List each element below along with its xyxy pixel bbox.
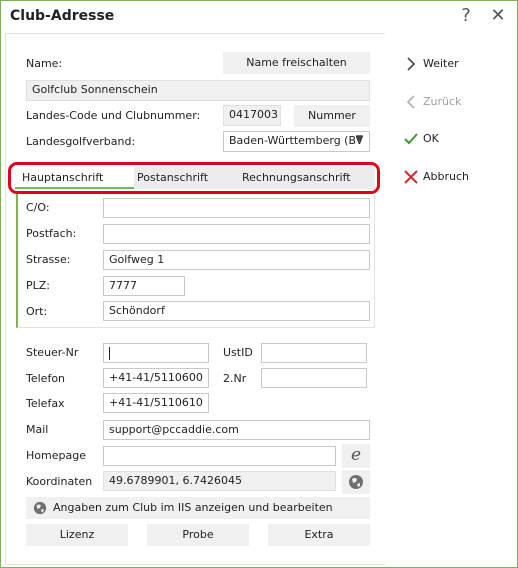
browser-e-icon: e [350,445,362,465]
cancel-x-icon [403,167,419,187]
code-label: Landes-Code und Clubnummer: [26,109,201,122]
koordinaten-field[interactable]: 49.6789901, 6.7426045 [103,471,336,491]
chevron-left-icon [403,92,419,112]
close-button[interactable]: ✕ [485,5,511,27]
name-label: Name: [26,57,63,70]
probe-button[interactable]: Probe [147,524,249,546]
telefon-label: Telefon [26,372,66,385]
ok-label: OK [423,132,439,145]
chevron-down-icon: ▼ [356,134,363,144]
globe-icon [33,501,47,515]
abbruch-label: Abbruch [423,170,470,183]
zurueck-label: Zurück [423,95,462,108]
steuer-field[interactable] [103,343,209,363]
lizenz-button[interactable]: Lizenz [26,524,128,546]
mail-field[interactable]: support@pccaddie.com [103,420,370,440]
number-button[interactable]: Nummer [294,105,370,127]
ort-label: Ort: [26,305,48,318]
club-name-field[interactable]: Golfclub Sonnenschein [26,80,370,101]
steuer-label: Steuer-Nr [26,346,79,359]
association-select[interactable]: Baden-Württemberg (BV [223,131,370,152]
strasse-label: Strasse: [26,253,71,266]
association-label: Landesgolfverband: [26,135,136,148]
side-actions: Weiter Zurück OK Abbruch [385,33,517,567]
checkmark-icon [403,129,419,149]
plz-field[interactable]: 7777 [103,276,185,296]
name-unlock-button[interactable]: Name freischalten [223,52,370,74]
globe-icon [349,475,363,489]
help-button[interactable]: ? [453,5,479,27]
homepage-field[interactable] [103,446,336,466]
ustid-label: UstID [223,346,253,359]
znr-label: 2.Nr [223,372,247,385]
koordinaten-label: Koordinaten [26,475,93,488]
telefax-label: Telefax [26,397,65,410]
iis-button[interactable]: Angaben zum Club im IIS anzeigen und bea… [26,497,370,519]
iis-button-label: Angaben zum Club im IIS anzeigen und bea… [53,501,333,514]
weiter-label: Weiter [423,57,459,70]
telefax-field[interactable]: +41-41/5110610 [103,393,209,413]
title-bar: Club-Adresse ? ✕ [1,1,517,32]
co-label: C/O: [26,201,50,214]
club-code-field[interactable]: 0417003 [223,105,281,126]
znr-field[interactable] [261,368,367,388]
postfach-label: Postfach: [26,227,77,240]
telefon-field[interactable]: +41-41/5110600 [103,368,209,388]
chevron-right-icon [403,54,419,74]
window-title: Club-Adresse [10,8,115,24]
plz-label: PLZ: [26,279,51,292]
ustid-field[interactable] [261,343,367,363]
mail-label: Mail [26,423,49,436]
ort-field[interactable]: Schöndorf [103,301,370,321]
co-field[interactable] [103,198,370,218]
homepage-label: Homepage [26,449,86,462]
club-address-dialog: Club-Adresse ? ✕ Name: Name freischalten… [0,0,518,568]
strasse-field[interactable]: Golfweg 1 [103,250,370,270]
postfach-field[interactable] [103,224,370,244]
association-value: Baden-Württemberg (BV [229,134,364,147]
show-map-button[interactable] [342,470,370,494]
open-homepage-button[interactable]: e [342,444,370,468]
tabs-highlight-annotation [8,162,380,194]
extra-button[interactable]: Extra [268,524,370,546]
text-cursor [109,346,110,360]
